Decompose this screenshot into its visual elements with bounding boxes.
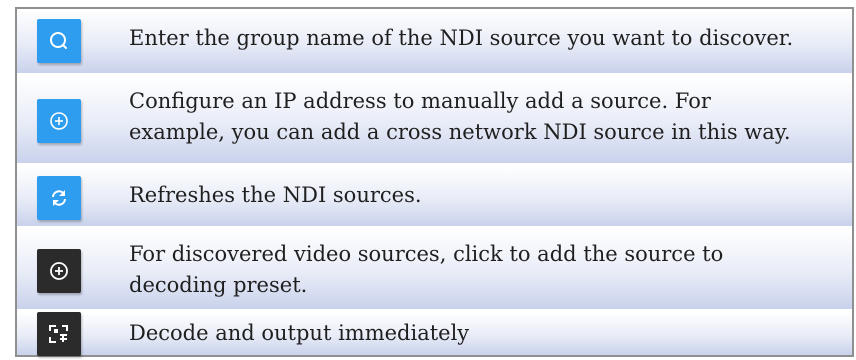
- description-line: For discovered video sources, click to a…: [129, 242, 724, 266]
- table-row: Configure an IP address to manually add …: [17, 73, 852, 163]
- row-description: Configure an IP address to manually add …: [129, 86, 848, 148]
- table-row: Decode and output immediately: [17, 309, 852, 356]
- search-icon: [37, 19, 81, 63]
- row-description: For discovered video sources, click to a…: [129, 239, 848, 301]
- description-line: Enter the group name of the NDI source y…: [129, 26, 794, 50]
- row-description: Enter the group name of the NDI source y…: [129, 23, 848, 54]
- description-line: Configure an IP address to manually add …: [129, 89, 711, 113]
- description-line: decoding preset.: [129, 273, 308, 297]
- description-line: example, you can add a cross network NDI…: [129, 120, 791, 144]
- decode-output-icon: [37, 312, 81, 356]
- table-row: Refreshes the NDI sources.: [17, 163, 852, 226]
- icon-description-table: Enter the group name of the NDI source y…: [15, 7, 854, 357]
- add-circle-icon: [37, 249, 81, 293]
- description-line: Decode and output immediately: [129, 321, 470, 345]
- table-row: For discovered video sources, click to a…: [17, 226, 852, 309]
- row-description: Refreshes the NDI sources.: [129, 180, 848, 211]
- refresh-icon: [37, 176, 81, 220]
- table-row: Enter the group name of the NDI source y…: [17, 9, 852, 73]
- row-description: Decode and output immediately: [129, 318, 848, 349]
- add-circle-icon: [37, 99, 81, 143]
- description-line: Refreshes the NDI sources.: [129, 183, 422, 207]
